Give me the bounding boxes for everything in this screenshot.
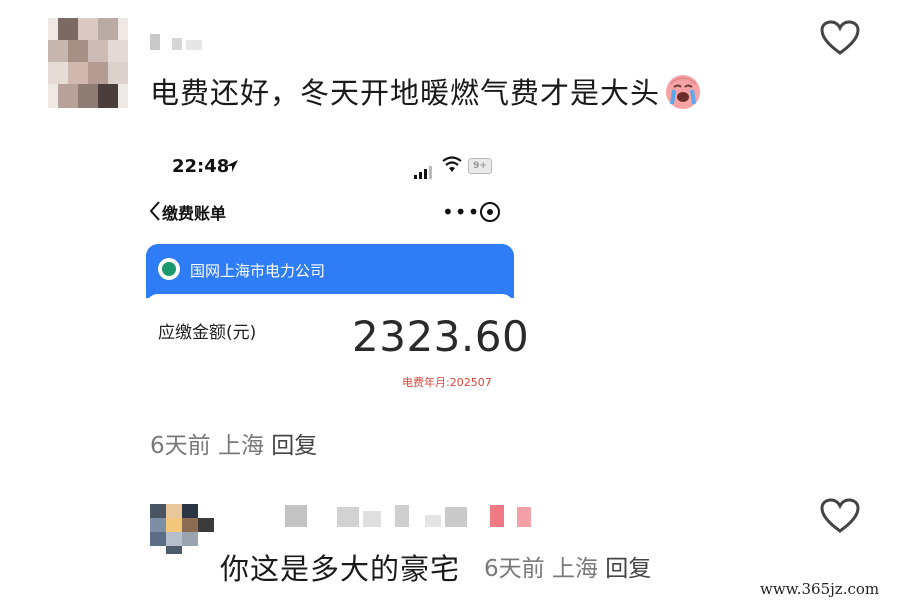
username-blurred[interactable] (150, 30, 230, 52)
company-name: 国网上海市电力公司 (190, 262, 326, 280)
avatar[interactable] (150, 504, 214, 554)
close-miniprogram-icon[interactable] (480, 202, 500, 222)
username-blurred[interactable] (285, 503, 565, 529)
billing-period: 电费年月:202507 (402, 376, 492, 389)
company-header: 国网上海市电力公司 (146, 244, 514, 298)
comment-body: 你这是多大的豪宅 (220, 552, 461, 586)
reply-button[interactable]: 回复 (605, 556, 651, 582)
amount-value: 2323.60 (352, 312, 530, 361)
comment-time: 6天前 (484, 556, 545, 582)
comment-time: 6天前 (150, 433, 211, 459)
like-heart-icon[interactable] (820, 498, 860, 534)
comment-meta: 6天前 上海 回复 (150, 426, 317, 460)
status-time: 22:48 (172, 156, 230, 177)
status-bar: 22:48 9+ (146, 140, 516, 188)
reply-button[interactable]: 回复 (271, 433, 317, 459)
comment-body: 电费还好，冬天开地暖燃气费才是大头 (150, 76, 661, 110)
amount-label: 应缴金额(元) (158, 323, 257, 343)
nav-bar: 缴费账单 ••• (146, 196, 516, 228)
page-title: 缴费账单 (162, 204, 227, 223)
location-arrow-icon (224, 158, 240, 174)
bill-screenshot[interactable]: 22:48 9+ 缴费账单 ••• 国网上海市电力公司 应缴金额(元) 2323… (146, 140, 529, 412)
like-heart-icon[interactable] (820, 20, 860, 56)
signal-icon (414, 160, 434, 179)
battery-icon: 9+ (468, 158, 492, 174)
avatar[interactable] (48, 18, 128, 108)
more-options-button[interactable]: ••• (442, 200, 480, 224)
comment-text: 你这是多大的豪宅 (220, 546, 460, 588)
watermark: www.365jz.com (760, 580, 880, 598)
battery-level: 9+ (473, 161, 487, 171)
wifi-icon (442, 156, 462, 174)
comment-text: 电费还好，冬天开地暖燃气费才是大头 (150, 70, 704, 112)
state-grid-logo-icon (158, 258, 180, 280)
crying-face-emoji-icon (662, 70, 704, 112)
comment-location: 上海 (551, 556, 598, 582)
comment-meta: 6天前 上海 回复 (484, 549, 651, 583)
comment-location: 上海 (217, 433, 264, 459)
